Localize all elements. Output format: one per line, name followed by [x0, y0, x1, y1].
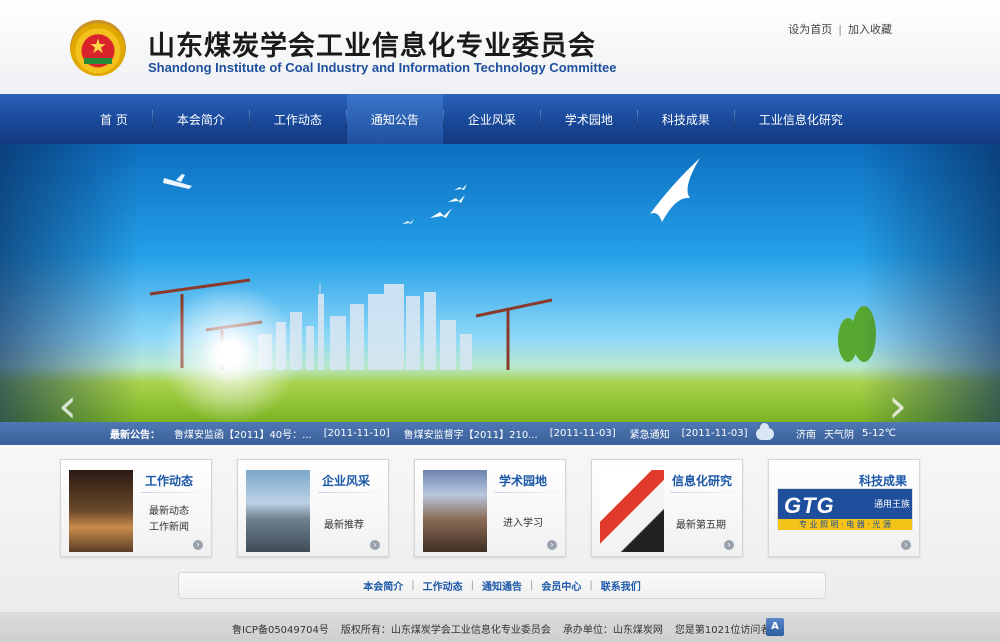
- site-header: ★ 山东煤炭学会工业信息化专业委员会 Shandong Institute of…: [0, 0, 1000, 94]
- site-footer: 鲁ICP备05049704号 版权所有：山东煤炭学会工业信息化专业委员会 承办单位：…: [0, 612, 1000, 642]
- card-research[interactable]: 信息化研究 最新第五期 ›: [591, 459, 743, 557]
- banner-next-arrow-icon[interactable]: ›: [888, 382, 907, 422]
- card-enterprise[interactable]: 企业风采 最新推荐 ›: [237, 459, 389, 557]
- copyright: 版权所有：山东煤炭学会工业信息化专业委员会: [340, 625, 551, 636]
- chevron-right-icon[interactable]: ›: [547, 540, 557, 550]
- card-image: [246, 470, 310, 552]
- bottom-link-about[interactable]: 本会简介: [363, 578, 403, 593]
- footer-text: 鲁ICP备05049704号 版权所有：山东煤炭学会工业信息化专业委员会 承办单位：…: [232, 621, 782, 636]
- card-title[interactable]: 学术园地: [499, 472, 547, 489]
- card-image: [600, 470, 664, 552]
- nav-item-enterprise[interactable]: 企业风采: [444, 94, 540, 144]
- card-title[interactable]: 科技成果: [859, 472, 907, 489]
- weather-city: 济南: [796, 430, 816, 441]
- cloud-icon: [756, 422, 774, 440]
- card-title[interactable]: 信息化研究: [672, 472, 732, 489]
- main-nav: 首 页 本会简介 工作动态 通知公告 企业风采 学术园地 科技成果 工业信息化研…: [0, 94, 1000, 144]
- bottom-link-contact[interactable]: 联系我们: [601, 578, 641, 593]
- card-title[interactable]: 企业风采: [322, 472, 370, 489]
- card-link[interactable]: 最新动态: [149, 502, 189, 517]
- card-image: [69, 470, 133, 552]
- banner-cityscape: [149, 158, 876, 370]
- back-to-top-icon[interactable]: A: [766, 618, 784, 636]
- gtg-logo[interactable]: GTG 通用王族 专 业 照 明 · 电 器 · 光 源: [777, 488, 913, 530]
- weather-temp: 5-12℃: [862, 428, 896, 439]
- card-link[interactable]: 最新推荐: [324, 516, 364, 531]
- set-homepage-link[interactable]: 设为首页: [788, 23, 832, 36]
- card-academic[interactable]: 学术园地 进入学习 ›: [414, 459, 566, 557]
- nav-item-notices[interactable]: 通知公告: [346, 94, 443, 144]
- chevron-right-icon[interactable]: ›: [370, 540, 380, 550]
- nav-item-about[interactable]: 本会简介: [153, 94, 249, 144]
- gtg-logo-cn: 通用王族: [874, 500, 911, 510]
- notice-item[interactable]: 紧急通知: [630, 426, 670, 441]
- nav-item-research[interactable]: 工业信息化研究: [735, 94, 867, 144]
- gtg-logo-strip: 专 业 照 明 · 电 器 · 光 源: [778, 519, 912, 530]
- card-work-news[interactable]: 工作动态 最新动态 工作新闻 ›: [60, 459, 212, 557]
- bottom-link-members[interactable]: 会员中心: [541, 578, 581, 593]
- card-link[interactable]: 工作新闻: [149, 518, 189, 533]
- card-title[interactable]: 工作动态: [145, 472, 193, 489]
- card-link[interactable]: 进入学习: [503, 514, 543, 529]
- nav-item-achievements[interactable]: 科技成果: [638, 94, 734, 144]
- banner-prev-arrow-icon[interactable]: ‹: [58, 382, 77, 422]
- notice-date: [2011-11-03]: [681, 428, 748, 439]
- site-title-english: Shandong Institute of Coal Industry and …: [148, 60, 617, 75]
- nav-item-work-news[interactable]: 工作动态: [250, 94, 346, 144]
- icp-number[interactable]: 鲁ICP备05049704号: [232, 625, 329, 636]
- host-unit: 承办单位：山东煤炭网: [562, 625, 663, 636]
- add-favorite-link[interactable]: 加入收藏: [848, 23, 892, 36]
- chevron-right-icon[interactable]: ›: [724, 540, 734, 550]
- bottom-links: 本会简介 | 工作动态 | 通知通告 | 会员中心 | 联系我们: [178, 572, 826, 599]
- chevron-right-icon[interactable]: ›: [901, 540, 911, 550]
- bottom-link-work-news[interactable]: 工作动态: [423, 578, 463, 593]
- bottom-link-notices[interactable]: 通知通告: [482, 578, 522, 593]
- weather-desc: 天气阴: [824, 430, 854, 441]
- nav-item-academic[interactable]: 学术园地: [541, 94, 637, 144]
- notice-label: 最新公告：: [110, 430, 160, 441]
- site-title: 山东煤炭学会工业信息化专业委员会: [148, 31, 596, 62]
- weather-widget: 济南 天气阴 5-12℃: [756, 422, 896, 445]
- notice-date: [2011-11-03]: [549, 428, 616, 439]
- notice-item[interactable]: 鲁煤安监函【2011】40号：...: [174, 426, 312, 441]
- notice-bar: 最新公告： 鲁煤安监函【2011】40号：... [2011-11-10] 鲁煤…: [0, 422, 1000, 445]
- notice-item[interactable]: 鲁煤安监督字【2011】210...: [404, 426, 538, 441]
- card-link[interactable]: 最新第五期: [676, 516, 726, 531]
- card-achievements[interactable]: 科技成果 GTG 通用王族 专 业 照 明 · 电 器 · 光 源 ›: [768, 459, 920, 557]
- gtg-logo-text: GTG: [784, 493, 835, 518]
- sun-glare: [160, 284, 300, 422]
- notice-date: [2011-11-10]: [323, 428, 390, 439]
- society-logo-icon[interactable]: ★: [70, 20, 126, 76]
- nav-item-home[interactable]: 首 页: [76, 94, 152, 144]
- card-image: [423, 470, 487, 552]
- hero-banner: ‹ ›: [0, 144, 1000, 422]
- chevron-right-icon[interactable]: ›: [193, 540, 203, 550]
- visitor-count: 您是第1021位访问者: [674, 625, 771, 636]
- top-links: 设为首页 | 加入收藏: [788, 23, 892, 36]
